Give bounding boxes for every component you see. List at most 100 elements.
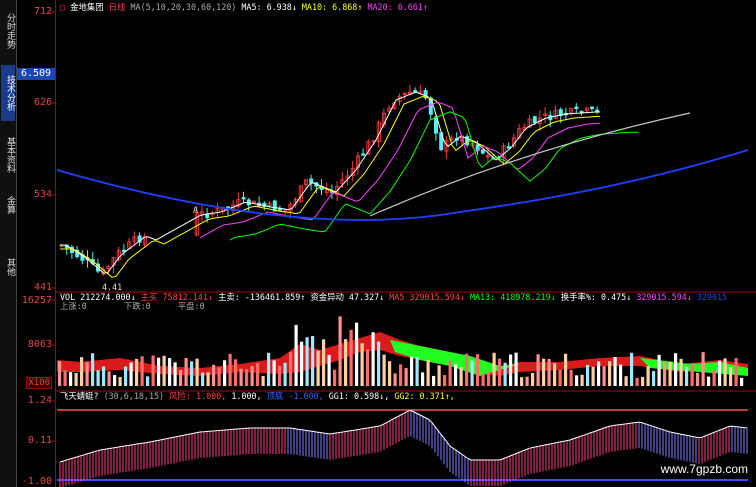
- volume-bar: [300, 341, 304, 386]
- volume-bar: [476, 354, 480, 386]
- volume-bar: [239, 368, 243, 386]
- volume-bar: [690, 363, 694, 386]
- ma20-value: MA20: 6.661↑: [367, 2, 428, 12]
- volume-bar: [316, 350, 320, 386]
- volume-bar: [569, 369, 573, 386]
- volume-bar: [679, 358, 683, 386]
- volume-bar: [635, 377, 639, 386]
- volume-bar: [657, 354, 661, 386]
- volume-bar: [124, 366, 128, 386]
- volume-bar: [437, 365, 441, 386]
- volume-bar: [267, 352, 271, 386]
- volume-bar: [146, 376, 150, 386]
- volume-bar: [410, 356, 414, 386]
- volume-bar: [668, 361, 672, 386]
- volume-bar: [63, 370, 67, 386]
- volume-bar: [707, 376, 711, 386]
- volume-bar: [382, 354, 386, 386]
- volume-bar: [514, 352, 518, 386]
- fund-value: 47.327↓: [348, 292, 385, 302]
- volume-bar: [663, 362, 667, 386]
- volume-bar: [723, 358, 727, 386]
- volume-bar: [157, 357, 161, 386]
- stock-name[interactable]: 金地集团: [70, 2, 104, 12]
- volume-bar: [470, 360, 474, 386]
- volume-bar: [102, 366, 106, 386]
- flat-count: 平盘:0: [177, 301, 205, 311]
- marker-a: A: [193, 205, 199, 215]
- marker-square: □: [60, 2, 66, 12]
- indicator-name[interactable]: 飞天蜻蜓?: [60, 391, 99, 401]
- volume-bar: [311, 335, 315, 386]
- gg2-value: GG2: 0.371↑,: [394, 391, 455, 401]
- volume-bar: [586, 364, 590, 386]
- volume-bar: [492, 352, 496, 386]
- volume-bar: [278, 365, 282, 386]
- ma120-line: [56, 149, 749, 221]
- vol-ma5-value: 329015.594↓: [409, 292, 465, 302]
- volume-bar: [74, 372, 78, 386]
- volume-bar: [729, 367, 733, 386]
- volume-bar: [542, 358, 546, 386]
- indicator-bars: [59, 409, 748, 487]
- up-count: 上涨:0: [60, 301, 87, 311]
- volume-bar: [245, 369, 249, 386]
- volume-bar: [349, 329, 353, 386]
- volume-bar: [454, 364, 458, 386]
- volume-bar: [129, 362, 133, 386]
- volume-bar: [481, 373, 485, 386]
- volume-bar: [283, 362, 287, 386]
- volume-bar: [344, 339, 348, 386]
- risk-label: 风险:: [169, 391, 191, 401]
- volume-bar: [206, 372, 210, 386]
- volume-bar: [685, 366, 689, 386]
- volume-bar: [217, 367, 221, 386]
- volume-bar: [602, 366, 606, 386]
- ma-line: [60, 95, 601, 278]
- bottom-label: 顶底: [266, 391, 284, 401]
- volume-bar: [619, 364, 623, 386]
- volume-bar: [162, 355, 166, 386]
- volume-bar: [465, 353, 469, 386]
- volume-bar: [69, 372, 73, 386]
- bottom-value: -1.000,: [288, 391, 324, 401]
- volume-bar: [718, 360, 722, 386]
- volume-bar: [80, 357, 84, 386]
- volume-bar: [151, 355, 155, 386]
- volume-bar: [624, 376, 628, 386]
- volume-bar: [91, 353, 95, 386]
- down-count: 下跌:0: [123, 301, 151, 311]
- kline-chart[interactable]: [0, 0, 756, 487]
- volume-bar: [388, 361, 392, 386]
- candle: [241, 197, 246, 200]
- volume-bar: [646, 366, 650, 386]
- volume-bar: [591, 366, 595, 386]
- volume-bar: [613, 356, 617, 386]
- volume-bar: [294, 324, 298, 386]
- period-label[interactable]: 日线: [109, 2, 126, 12]
- volume-bar: [404, 368, 408, 386]
- volume-bar: [553, 363, 557, 386]
- volume-bar: [360, 343, 364, 386]
- candle: [590, 106, 595, 110]
- vol-ma5-label: MA5: [389, 292, 405, 302]
- volume-bar: [536, 354, 540, 386]
- fund-label: 资金异动: [310, 292, 344, 302]
- volume-bar: [272, 360, 276, 386]
- volume-bar: [107, 371, 111, 386]
- indicator-params: (30,6,18,15): [103, 391, 165, 401]
- indicator-line: [59, 409, 748, 463]
- volume-bar: [377, 341, 381, 386]
- ma-params: MA(5,10,20,30,60,120): [130, 2, 237, 12]
- volume-bar: [498, 358, 502, 386]
- volume-bar: [503, 362, 507, 386]
- volume-bar: [399, 364, 403, 386]
- turnover-value: 0.475↓: [601, 292, 632, 302]
- volume-bar: [630, 352, 634, 386]
- volume-subheader: 上涨:0 下跌:0 平盘:0: [60, 301, 205, 312]
- watermark: www.7gpzb.com: [660, 462, 748, 476]
- volume-bar: [333, 369, 337, 386]
- volume-bar: [58, 361, 62, 386]
- vol-extra-value-2: 329015: [696, 292, 728, 302]
- volume-bar: [641, 376, 645, 386]
